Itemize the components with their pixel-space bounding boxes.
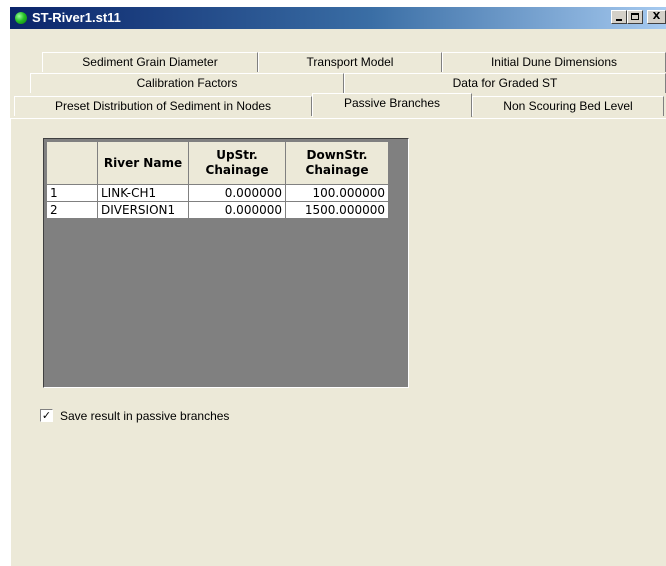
grid-table[interactable]: River Name UpStr. Chainage DownStr. Chai… [46,141,389,219]
cell-river-name[interactable]: DIVERSION1 [97,201,189,219]
close-button[interactable]: X [647,10,666,24]
tab-preset-distribution[interactable]: Preset Distribution of Sediment in Nodes [14,96,312,116]
grid-corner-cell[interactable] [46,141,98,185]
tab-initial-dune-dimensions[interactable]: Initial Dune Dimensions [442,52,666,72]
minimize-button[interactable] [611,10,627,24]
cell-river-name[interactable]: LINK-CH1 [97,184,189,202]
tab-label: Data for Graded ST [452,76,558,90]
minimize-icon [616,19,622,21]
tab-label: Sediment Grain Diameter [82,55,218,69]
row-index[interactable]: 1 [46,184,98,202]
tab-transport-model[interactable]: Transport Model [258,52,442,72]
grid-header-row: River Name UpStr. Chainage DownStr. Chai… [46,141,389,185]
table-row[interactable]: 2 DIVERSION1 0.000000 1500.000000 [46,201,389,219]
column-header-label: DownStr. [306,148,368,162]
tab-label: Transport Model [306,55,394,69]
save-passive-checkbox[interactable]: ✓ [40,409,53,422]
passive-branches-grid[interactable]: River Name UpStr. Chainage DownStr. Chai… [43,138,409,388]
window-title: ST-River1.st11 [32,10,121,25]
column-header-downstream-chainage[interactable]: DownStr. Chainage [285,141,389,185]
save-passive-label[interactable]: Save result in passive branches [60,409,229,423]
column-header-label: Chainage [205,163,269,177]
document-window: ST-River1.st11 X Sediment Grain Diameter… [10,7,666,566]
cell-upstream-chainage[interactable]: 0.000000 [188,184,286,202]
maximize-icon [631,13,639,20]
tab-label: Calibration Factors [136,76,238,90]
tab-passive-branches[interactable]: Passive Branches [312,93,472,117]
column-header-label: River Name [103,155,183,170]
cell-downstream-chainage[interactable]: 100.000000 [285,184,389,202]
tab-data-for-graded-st[interactable]: Data for Graded ST [344,73,666,93]
row-index[interactable]: 2 [46,201,98,219]
tab-calibration-factors[interactable]: Calibration Factors [30,73,344,93]
tab-label: Passive Branches [343,96,441,110]
tab-non-scouring-bed-level[interactable]: Non Scouring Bed Level [472,96,664,116]
cell-downstream-chainage[interactable]: 1500.000000 [285,201,389,219]
column-header-river-name[interactable]: River Name [97,141,189,185]
column-header-label: Chainage [305,163,369,177]
cell-upstream-chainage[interactable]: 0.000000 [188,201,286,219]
maximize-button[interactable] [627,10,643,24]
column-header-label: UpStr. [216,148,258,162]
table-row[interactable]: 1 LINK-CH1 0.000000 100.000000 [46,184,389,202]
checkmark-icon: ✓ [41,409,52,422]
tab-label: Initial Dune Dimensions [490,55,618,69]
tab-sediment-grain-diameter[interactable]: Sediment Grain Diameter [42,52,258,72]
app-icon [15,12,27,24]
close-icon: X [652,11,661,22]
column-header-upstream-chainage[interactable]: UpStr. Chainage [188,141,286,185]
title-bar[interactable]: ST-River1.st11 X [10,7,666,29]
tab-label: Non Scouring Bed Level [503,99,633,113]
tab-label: Preset Distribution of Sediment in Nodes [54,99,272,113]
